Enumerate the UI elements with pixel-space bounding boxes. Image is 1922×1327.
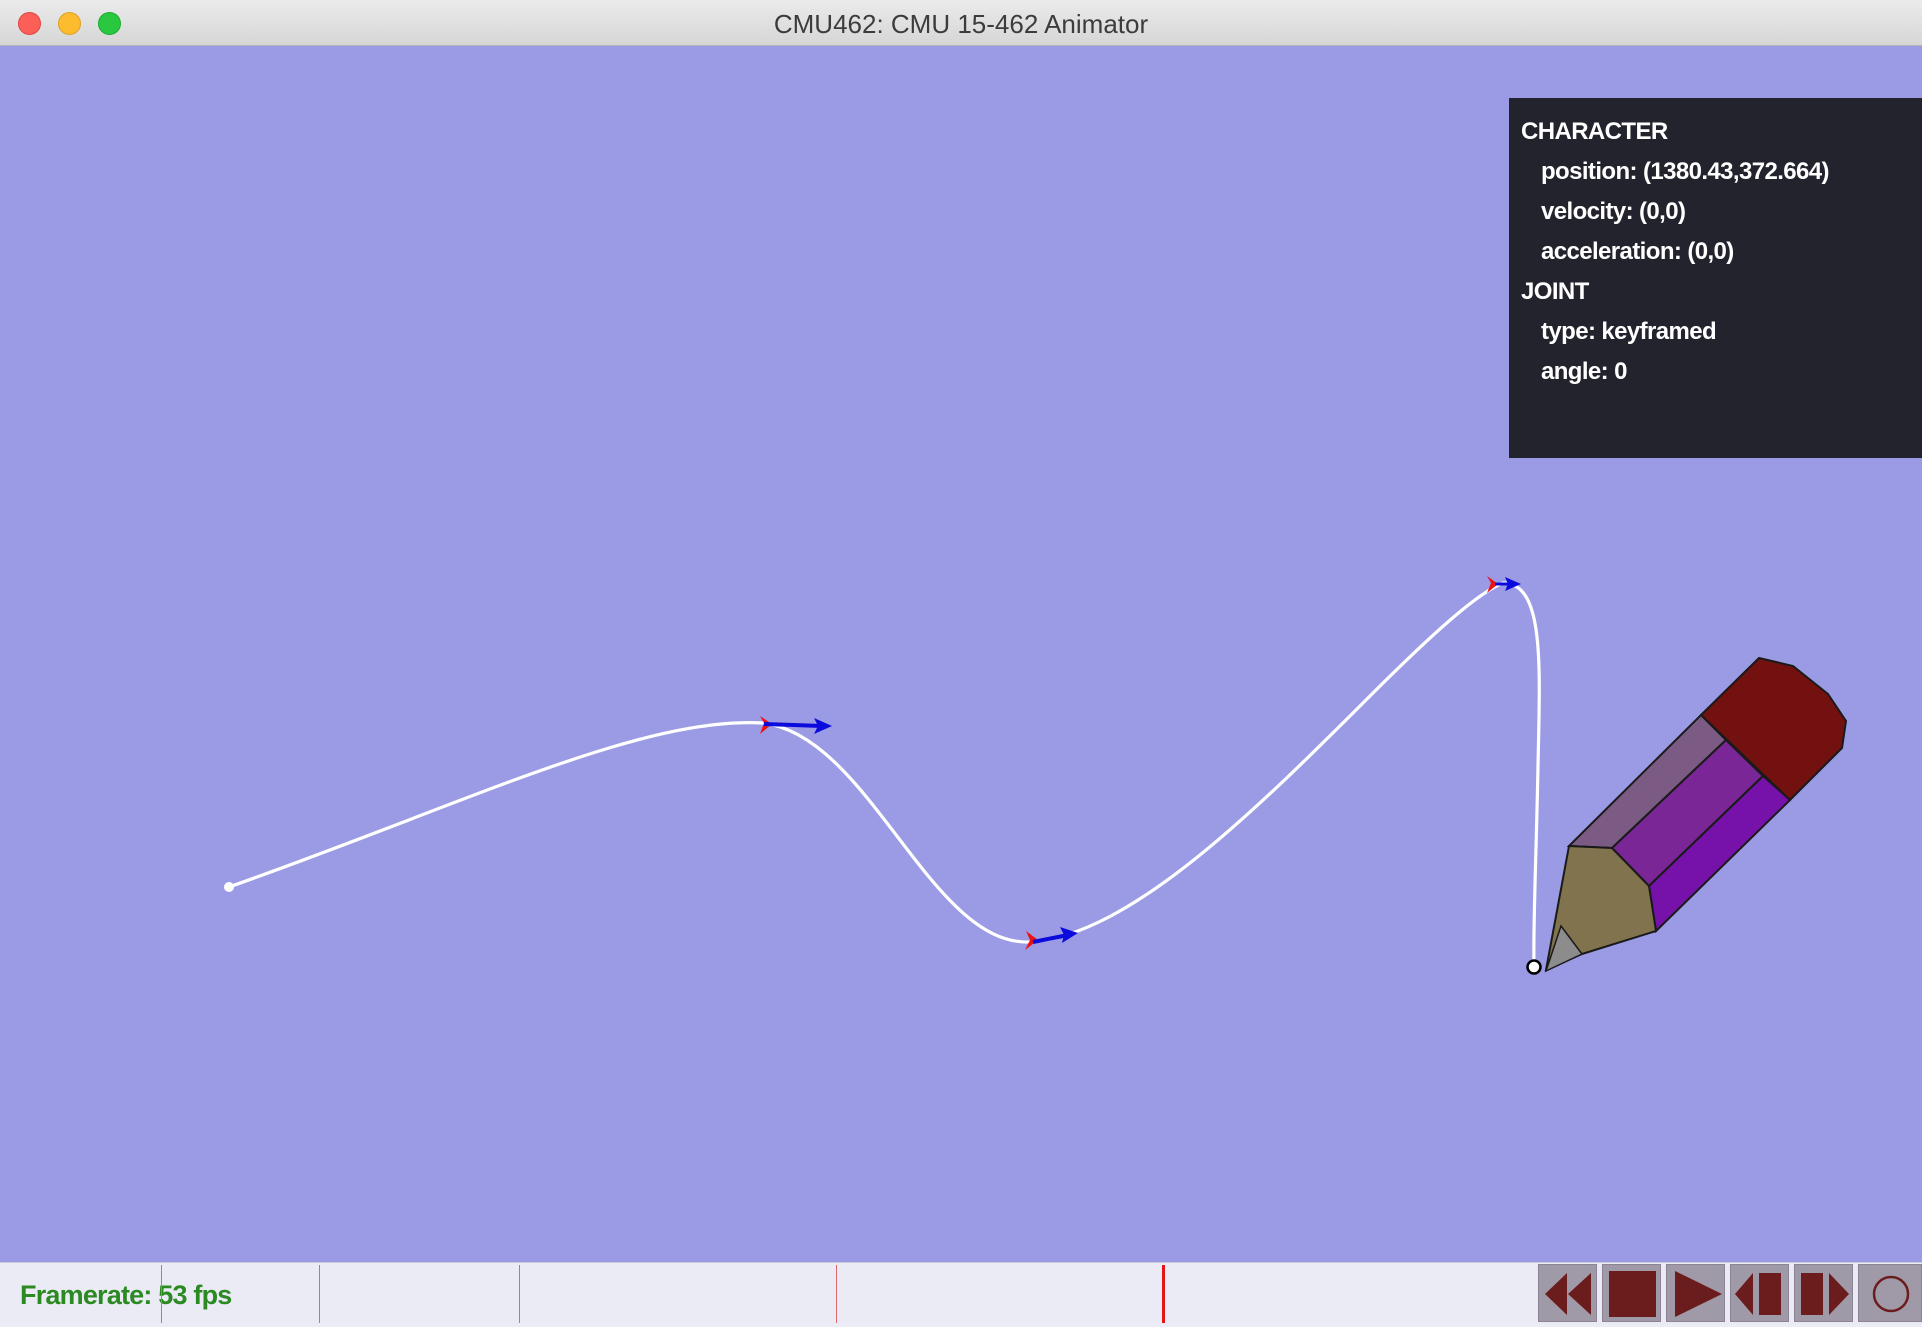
keyframe-marker[interactable] xyxy=(519,1265,520,1323)
velocity-readout: velocity: (0,0) xyxy=(1541,198,1686,225)
keyframe-marker[interactable] xyxy=(161,1265,162,1323)
keyframe-marker[interactable] xyxy=(319,1265,320,1323)
step-forward-button[interactable] xyxy=(1794,1264,1853,1322)
keyframe-handle-1[interactable] xyxy=(760,716,832,734)
step-back-icon xyxy=(1735,1273,1781,1315)
pencil-joint-point[interactable] xyxy=(1526,959,1542,975)
rewind-icon xyxy=(1545,1273,1591,1315)
step-back-button[interactable] xyxy=(1730,1264,1789,1322)
keyframe-handle-3[interactable] xyxy=(1487,576,1521,593)
spline-curve xyxy=(228,581,1541,967)
curve-start-point[interactable] xyxy=(224,882,234,892)
pencil-character[interactable] xyxy=(1526,656,1848,975)
joint-type-readout: type: keyframed xyxy=(1541,318,1717,345)
position-readout: position: (1380.43,372.664) xyxy=(1541,158,1830,185)
inspector-panel: CHARACTER position: (1380.43,372.664) ve… xyxy=(1509,98,1922,458)
window-titlebar: CMU462: CMU 15-462 Animator xyxy=(0,0,1922,46)
character-heading: CHARACTER xyxy=(1521,118,1668,145)
keyframe-marker[interactable] xyxy=(836,1265,837,1323)
record-button[interactable] xyxy=(1858,1264,1922,1322)
rewind-button[interactable] xyxy=(1538,1264,1597,1322)
record-icon xyxy=(1872,1275,1910,1313)
animation-canvas[interactable]: CHARACTER position: (1380.43,372.664) ve… xyxy=(0,46,1922,1262)
keyframe-handle-2[interactable] xyxy=(1025,927,1078,950)
playback-controls xyxy=(1538,1264,1922,1322)
play-icon xyxy=(1675,1271,1722,1317)
stop-button[interactable] xyxy=(1602,1264,1661,1322)
framerate-readout: Framerate: 53 fps xyxy=(20,1280,232,1310)
playhead-marker[interactable] xyxy=(1162,1265,1165,1323)
joint-heading: JOINT xyxy=(1521,278,1589,305)
step-forward-icon xyxy=(1801,1273,1849,1315)
window-title: CMU462: CMU 15-462 Animator xyxy=(773,9,1149,39)
stop-icon xyxy=(1609,1271,1656,1317)
play-button[interactable] xyxy=(1666,1264,1725,1322)
acceleration-readout: acceleration: (0,0) xyxy=(1541,238,1734,265)
joint-angle-readout: angle: 0 xyxy=(1541,358,1628,385)
